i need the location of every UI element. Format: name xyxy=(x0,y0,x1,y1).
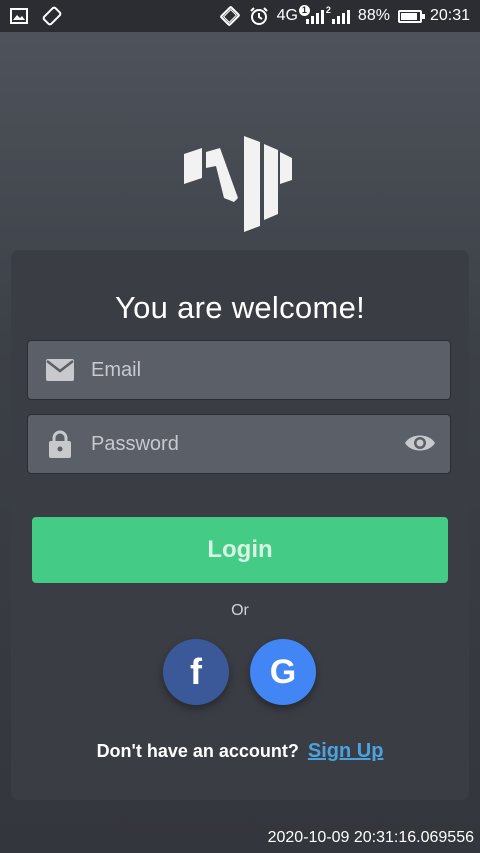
battery-icon xyxy=(397,9,425,23)
signup-link[interactable]: Sign Up xyxy=(308,740,384,762)
email-placeholder: Email xyxy=(91,358,142,381)
facebook-login-button[interactable]: f xyxy=(163,639,229,705)
google-login-button[interactable]: G xyxy=(250,639,316,705)
or-divider-label: Or xyxy=(231,602,249,619)
network-type: 4G xyxy=(276,7,298,24)
alarm-icon xyxy=(249,6,269,26)
sim2-badge: 2 xyxy=(325,5,331,15)
app-logo xyxy=(180,134,296,239)
login-button[interactable]: Login xyxy=(32,517,448,583)
signal-sim2-icon: 2 xyxy=(326,5,350,24)
facebook-icon: f xyxy=(190,651,202,692)
email-field[interactable]: Email xyxy=(27,340,451,400)
no-account-text: Don't have an account? xyxy=(96,741,299,761)
signal-sim1-icon: 1 xyxy=(298,5,324,24)
signup-prompt: Don't have an account? Sign Up xyxy=(11,740,469,763)
status-bar: 4G 1 2 88% 20:31 xyxy=(0,0,480,32)
show-password-icon[interactable] xyxy=(404,432,436,459)
sim1-badge: 1 xyxy=(298,5,310,16)
google-icon: G xyxy=(269,652,297,691)
login-card: You are welcome! Email Password Login Or… xyxy=(11,250,469,800)
capture-timestamp: 2020-10-09 20:31:16.069556 xyxy=(267,829,474,846)
battery-percent: 88% xyxy=(357,7,390,24)
password-placeholder: Password xyxy=(91,432,179,455)
vibrate-icon xyxy=(219,6,241,26)
screen-rotate-icon xyxy=(42,6,62,26)
clock: 20:31 xyxy=(429,7,470,24)
password-field[interactable]: Password xyxy=(27,414,451,474)
gallery-icon xyxy=(10,8,28,24)
mail-icon xyxy=(45,359,75,381)
lock-icon xyxy=(45,429,75,459)
welcome-heading: You are welcome! xyxy=(114,290,366,325)
